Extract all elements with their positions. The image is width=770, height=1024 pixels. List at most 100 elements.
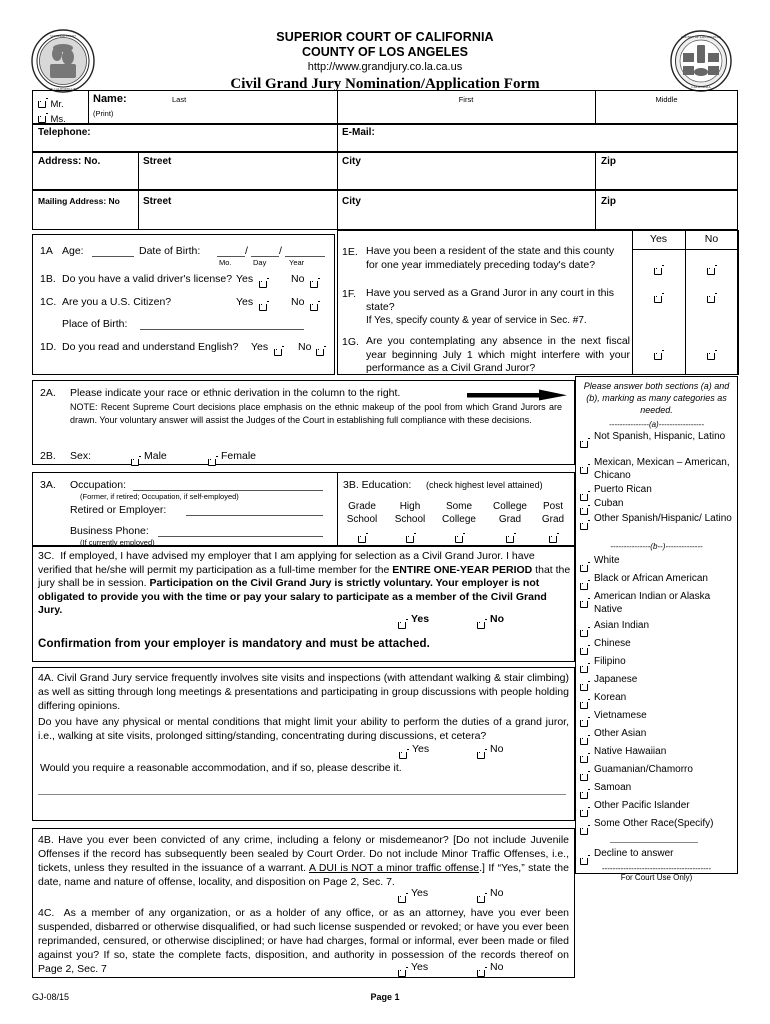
ethnicity-checkbox-a1[interactable] (579, 460, 590, 478)
q4a-accommodation-label: Would you require a reasonable accommoda… (40, 762, 402, 774)
q1c-pob-label: Place of Birth: (62, 318, 128, 330)
q3a-retired-field[interactable] (186, 515, 323, 516)
court-name-line2: COUNTY OF LOS ANGELES (302, 45, 468, 59)
ethnicity-label-a1: Mexican, Mexican – American, Chicano (594, 457, 730, 481)
ethnicity-checkbox-b9[interactable] (579, 731, 590, 749)
q2a-note: NOTE: Recent Supreme Court decisions pla… (70, 402, 562, 425)
ethnicity-checkbox-b1[interactable] (579, 576, 590, 594)
superior-court-seal-icon: SUPERIOR COURT ★ CALIFORNIA ★ (30, 28, 96, 94)
ethnicity-label-b11: Guamanian/Chamorro (594, 764, 693, 775)
page-header: SUPERIOR COURT ★ CALIFORNIA ★ SUPERIOR C… (0, 14, 770, 94)
q1a-day-field[interactable] (251, 256, 279, 257)
q1f-note: If Yes, specify county & year of service… (366, 315, 587, 326)
q1a-day-label: Day (253, 258, 267, 267)
address-no-label: Address: No. (38, 156, 101, 167)
court-use-only-label: For Court Use Only) (620, 873, 693, 882)
q1c-text: Are you a U.S. Citizen? (62, 296, 172, 308)
ethnicity-specify-field[interactable] (610, 842, 698, 843)
q3a-occupation-note: (Former, if retired; Occupation, if self… (80, 492, 239, 501)
section1-yes-header: Yes (649, 233, 668, 245)
q4b-no-checkbox[interactable] (476, 889, 487, 907)
q4b-paragraph: 4B. Have you ever been convicted of any … (38, 833, 569, 889)
ethnicity-checkbox-b10[interactable] (579, 749, 590, 767)
q3b-college-grad-checkbox[interactable] (505, 529, 516, 547)
q1c-no-checkbox[interactable] (309, 297, 320, 315)
q1e-no-checkbox[interactable] (706, 261, 717, 279)
ethnicity-checkbox-b8[interactable] (579, 713, 590, 731)
q1g-no-checkbox[interactable] (706, 346, 717, 364)
q3b-level0-line1: Grade (348, 501, 376, 512)
q2b-label: Sex: (70, 450, 92, 462)
ethnicity-label-a4: Other Spanish/Hispanic/ Latino (594, 513, 732, 524)
q1f-no-checkbox[interactable] (706, 289, 717, 307)
q3b-some-college-checkbox[interactable] (454, 529, 465, 547)
q1c-yes-checkbox[interactable] (258, 297, 269, 315)
q3c-bold-1: ENTIRE ONE-YEAR PERIOD (392, 563, 533, 576)
mailing-no-label: Mailing Address: No (38, 196, 120, 206)
q3a-phone-label: Business Phone: (70, 525, 149, 537)
grandjury-url[interactable]: http://www.grandjury.co.la.ca.us (150, 60, 620, 75)
svg-text:CALIFORNIA: CALIFORNIA (691, 85, 711, 89)
q3b-grade-school-checkbox[interactable] (357, 529, 368, 547)
ethnicity-checkbox-b13[interactable] (579, 803, 590, 821)
telephone-label: Telephone: (38, 127, 91, 138)
q1a-year-field[interactable] (285, 256, 325, 257)
q3a-occupation-field[interactable] (133, 490, 323, 491)
ethnicity-label-a3: Cuban (594, 498, 624, 509)
q1b-no-label: No (291, 273, 305, 285)
q1c-number: 1C. (40, 296, 57, 308)
q2b-female-checkbox[interactable] (207, 452, 218, 470)
q3c-no-checkbox[interactable] (476, 615, 487, 633)
q4a-no-checkbox[interactable] (476, 745, 487, 763)
ethnicity-label-b7: Korean (594, 692, 627, 703)
q1d-number: 1D. (40, 341, 57, 353)
ethnicity-checkbox-b14[interactable] (579, 821, 590, 839)
q3c-yes-checkbox[interactable] (397, 615, 408, 633)
q1f-number: 1F. (342, 288, 357, 300)
q4c-yes-checkbox[interactable] (397, 963, 408, 981)
q1d-no-checkbox[interactable] (315, 342, 326, 360)
q1a-age-field[interactable] (92, 256, 134, 257)
q1a-month-field[interactable] (217, 256, 245, 257)
q1d-text: Do you read and understand English? (62, 341, 239, 353)
q2b-male-label: Male (144, 450, 167, 462)
q3b-post-grad-checkbox[interactable] (548, 529, 559, 547)
ethnicity-checkbox-b0[interactable] (579, 558, 590, 576)
ethnicity-checkbox-a0[interactable] (579, 434, 590, 452)
ethnicity-label-b12: Samoan (594, 782, 632, 793)
ethnicity-label-b2: American Indian or Alaska Native (594, 591, 711, 615)
q4c-no-checkbox[interactable] (476, 963, 487, 981)
q2b-male-checkbox[interactable] (130, 452, 141, 470)
ethnicity-checkbox-b5[interactable] (579, 659, 590, 677)
q4b-number: 4B. (38, 834, 54, 846)
q1f-yes-checkbox[interactable] (653, 289, 664, 307)
q1g-yes-checkbox[interactable] (653, 346, 664, 364)
ethnicity-checkbox-b2[interactable] (579, 594, 590, 612)
ethnicity-instructions: Please answer both sections (a) and (b),… (583, 381, 730, 415)
q4a-accommodation-field-line1[interactable] (38, 794, 566, 795)
q1b-yes-checkbox[interactable] (258, 274, 269, 292)
ethnicity-label-b6: Japanese (594, 674, 638, 685)
q1d-yes-checkbox[interactable] (273, 342, 284, 360)
ethnicity-checkbox-b12[interactable] (579, 785, 590, 803)
svg-text:COUNTY OF LOS ANGELES: COUNTY OF LOS ANGELES (681, 35, 721, 39)
q1b-number: 1B. (40, 273, 56, 285)
q4a-number: 4A. (38, 672, 54, 684)
ethnicity-checkbox-b7[interactable] (579, 695, 590, 713)
q3a-number: 3A. (40, 479, 56, 491)
q1a-year-label: Year (289, 258, 305, 267)
ethnicity-checkbox-b11[interactable] (579, 767, 590, 785)
q1c-pob-field[interactable] (140, 329, 304, 330)
q3b-high-school-checkbox[interactable] (405, 529, 416, 547)
ethnicity-label-b13: Other Pacific Islander (594, 800, 690, 811)
q2b-female-label: Female (221, 450, 257, 462)
q3a-phone-field[interactable] (158, 536, 323, 537)
ethnicity-checkbox-b6[interactable] (579, 677, 590, 695)
q1b-no-checkbox[interactable] (309, 274, 320, 292)
q1e-yes-checkbox[interactable] (653, 261, 664, 279)
q3b-level1-line1: High (399, 501, 421, 512)
ethnicity-checkbox-b4[interactable] (579, 641, 590, 659)
ethnicity-checkbox-a4[interactable] (579, 516, 590, 534)
ethnicity-checkbox-b3[interactable] (579, 623, 590, 641)
q4b-yes-checkbox[interactable] (397, 889, 408, 907)
